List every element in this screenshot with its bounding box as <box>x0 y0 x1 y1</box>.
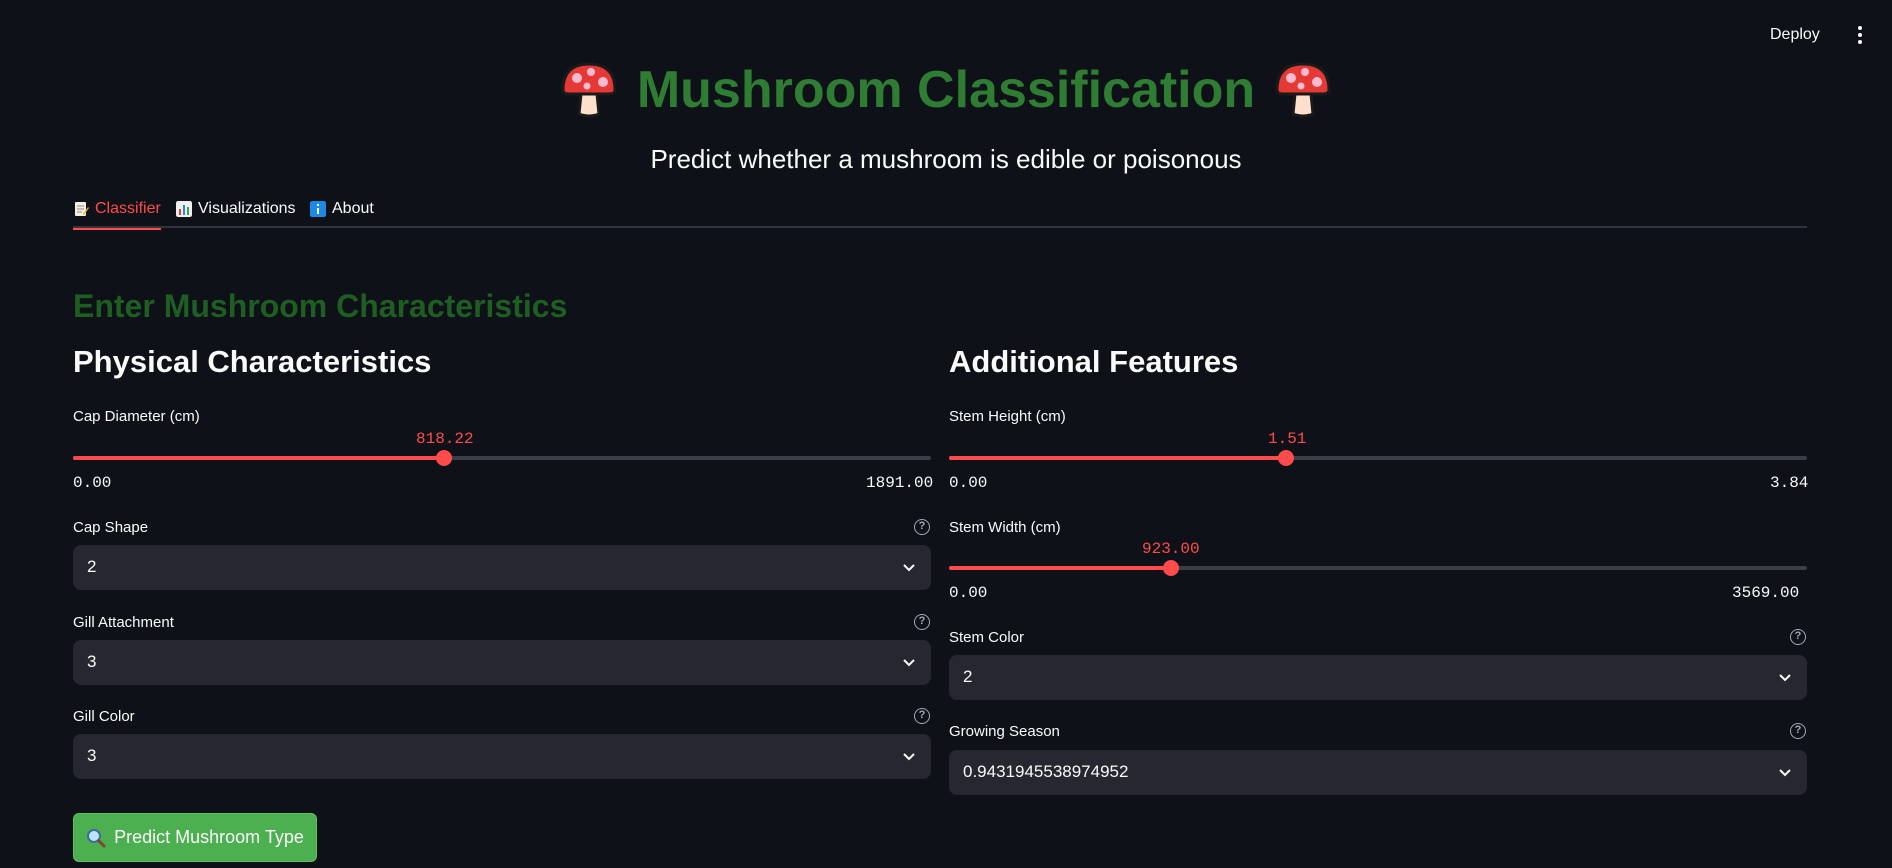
predict-button[interactable]: Predict Mushroom Type <box>73 813 317 862</box>
title-row: Mushroom Classification <box>0 60 1892 125</box>
magnifier-icon <box>87 828 106 847</box>
help-icon[interactable]: ? <box>1790 723 1806 739</box>
stem-width-value: 923.00 <box>1142 540 1200 558</box>
select-value: 2 <box>87 557 97 576</box>
stem-height-max: 3.84 <box>1770 474 1809 492</box>
bar-chart-icon <box>176 201 192 217</box>
select-value: 2 <box>963 667 973 686</box>
stem-height-min: 0.00 <box>949 474 988 492</box>
slider-thumb[interactable] <box>1278 450 1294 466</box>
help-icon[interactable]: ? <box>914 614 930 630</box>
page-title: Mushroom Classification <box>559 60 1333 120</box>
tab-bar: Classifier Visualizations About <box>73 190 1807 230</box>
chevron-down-icon <box>903 659 915 667</box>
tab-label: About <box>332 200 374 217</box>
help-icon[interactable]: ? <box>914 519 930 535</box>
memo-icon <box>75 202 89 216</box>
page-subtitle: Predict whether a mushroom is edible or … <box>650 144 1242 174</box>
more-vertical-icon[interactable] <box>1854 24 1866 48</box>
stem-width-slider[interactable] <box>949 560 1807 576</box>
stem-height-slider[interactable] <box>949 450 1807 466</box>
cap-shape-label: Cap Shape <box>73 519 149 536</box>
physical-characteristics-heading: Physical Characteristics <box>73 344 432 379</box>
info-icon <box>310 201 326 217</box>
cap-diameter-slider[interactable] <box>73 450 931 466</box>
deploy-button[interactable]: Deploy <box>1770 26 1820 44</box>
stem-height-value: 1.51 <box>1268 430 1307 448</box>
select-value: 3 <box>87 746 97 765</box>
stem-color-label: Stem Color <box>949 629 1025 646</box>
stem-width-max: 3569.00 <box>1732 584 1800 602</box>
mushroom-icon <box>1275 62 1331 118</box>
growing-season-label: Growing Season <box>949 723 1060 740</box>
slider-fill <box>949 566 1171 570</box>
tab-classifier[interactable]: Classifier <box>73 194 161 230</box>
cap-diameter-value: 818.22 <box>416 430 474 448</box>
tab-label: Classifier <box>95 200 161 217</box>
chevron-down-icon <box>1779 769 1791 777</box>
cap-shape-select[interactable]: 2 <box>73 545 931 590</box>
stem-color-select[interactable]: 2 <box>949 655 1807 700</box>
growing-season-select[interactable]: 0.9431945538974952 <box>949 750 1807 795</box>
gill-attachment-select[interactable]: 3 <box>73 640 931 685</box>
section-heading: Enter Mushroom Characteristics <box>73 288 568 324</box>
stem-width-min: 0.00 <box>949 584 988 602</box>
slider-fill <box>73 456 444 460</box>
tab-about[interactable]: About <box>310 194 374 224</box>
gill-color-select[interactable]: 3 <box>73 734 931 779</box>
mushroom-icon <box>561 62 617 118</box>
stem-height-label: Stem Height (cm) <box>949 408 1066 425</box>
help-icon[interactable]: ? <box>914 708 930 724</box>
slider-fill <box>949 456 1286 460</box>
help-icon[interactable]: ? <box>1790 629 1806 645</box>
cap-diameter-label: Cap Diameter (cm) <box>73 408 200 425</box>
select-value: 3 <box>87 652 97 671</box>
stem-width-label: Stem Width (cm) <box>949 519 1061 536</box>
tab-label: Visualizations <box>198 200 296 217</box>
slider-thumb[interactable] <box>1163 560 1179 576</box>
slider-thumb[interactable] <box>436 450 452 466</box>
gill-attachment-label: Gill Attachment <box>73 614 174 631</box>
tab-visualizations[interactable]: Visualizations <box>176 194 296 224</box>
gill-color-label: Gill Color <box>73 708 135 725</box>
chevron-down-icon <box>1779 674 1791 682</box>
select-value: 0.9431945538974952 <box>963 762 1129 781</box>
additional-features-heading: Additional Features <box>949 344 1239 379</box>
chevron-down-icon <box>903 564 915 572</box>
cap-diameter-min: 0.00 <box>73 474 112 492</box>
predict-button-label: Predict Mushroom Type <box>114 827 304 847</box>
chevron-down-icon <box>903 753 915 761</box>
title-text: Mushroom Classification <box>636 61 1256 119</box>
cap-diameter-max: 1891.00 <box>866 474 934 492</box>
